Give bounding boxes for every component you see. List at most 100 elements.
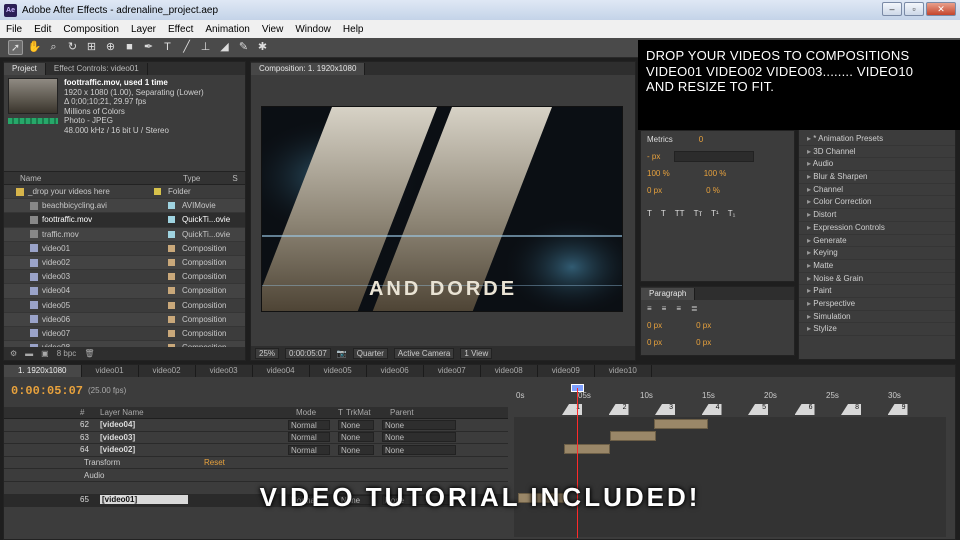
layer-mode[interactable]: Normal <box>288 444 330 455</box>
timeline-tab[interactable]: video09 <box>538 365 595 377</box>
column-size[interactable]: S <box>232 172 237 184</box>
camera-select[interactable]: Active Camera <box>393 347 455 359</box>
layer-parent[interactable]: None <box>382 444 456 455</box>
label-color-swatch[interactable] <box>154 188 161 196</box>
comp-marker[interactable]: 4 <box>701 404 722 415</box>
menu-view[interactable]: View <box>256 24 290 35</box>
project-item[interactable]: video06 Composition <box>4 312 245 327</box>
project-item[interactable]: video07 Composition <box>4 327 245 342</box>
metrics-select[interactable]: Metrics <box>647 135 673 144</box>
views-select[interactable]: 1 View <box>460 347 493 359</box>
menu-edit[interactable]: Edit <box>28 24 57 35</box>
timeline-tab[interactable]: video07 <box>424 365 481 377</box>
menu-layer[interactable]: Layer <box>125 24 162 35</box>
space-before[interactable]: 0 px <box>696 338 711 347</box>
menu-effect[interactable]: Effect <box>162 24 199 35</box>
label-color-swatch[interactable] <box>168 301 175 309</box>
comp-marker[interactable]: 3 <box>655 404 675 415</box>
layer-bar-64[interactable] <box>564 444 610 454</box>
timeline-tab[interactable]: video06 <box>367 365 424 377</box>
project-item[interactable]: foottraffic.mov QuickTi...ovie <box>4 213 245 228</box>
roto-brush-tool-icon[interactable]: ✎ <box>236 40 251 55</box>
timeline-tab[interactable]: video03 <box>196 365 253 377</box>
interpret-footage-icon[interactable]: ⚙ <box>10 349 17 358</box>
timeline-tab[interactable]: video10 <box>595 365 652 377</box>
effect-category[interactable]: Blur & Sharpen <box>799 171 955 184</box>
header-layer-name[interactable]: Layer Name <box>100 407 296 418</box>
clone-stamp-tool-icon[interactable]: ⊥ <box>198 40 213 55</box>
camera-tool-icon[interactable]: ⊞ <box>84 40 99 55</box>
current-time[interactable]: 0:00:05:07 <box>11 384 83 398</box>
tab-project[interactable]: Project <box>4 63 46 75</box>
layer-trk[interactable]: None <box>338 419 374 430</box>
new-composition-icon[interactable]: ▣ <box>41 349 49 358</box>
project-item[interactable]: video02 Composition <box>4 255 245 271</box>
selection-tool-icon[interactable]: ➚ <box>8 40 23 55</box>
layer-mode[interactable]: Normal <box>288 432 330 443</box>
project-item[interactable]: video01 Composition <box>4 242 245 256</box>
tsume-value[interactable]: 0 % <box>706 186 720 195</box>
layer-name[interactable]: [video02] <box>100 445 188 454</box>
effect-category[interactable]: Stylize <box>799 323 955 336</box>
layer-parent[interactable]: None <box>382 419 456 430</box>
justify-icon[interactable]: ≣ <box>691 304 698 313</box>
effect-category[interactable]: Perspective <box>799 298 955 311</box>
baseline-shift[interactable]: 0 px <box>647 186 662 195</box>
project-item[interactable]: video05 Composition <box>4 299 245 313</box>
horizontal-scale[interactable]: 100 % <box>704 169 727 178</box>
label-color-swatch[interactable] <box>168 315 175 323</box>
effect-category[interactable]: Distort <box>799 209 955 222</box>
bit-depth[interactable]: 8 bpc <box>57 349 77 358</box>
effect-category[interactable]: Channel <box>799 184 955 197</box>
eraser-tool-icon[interactable]: ◢ <box>217 40 232 55</box>
effect-category[interactable]: Paint <box>799 285 955 298</box>
composition-viewer[interactable]: AND DORDE <box>261 106 623 312</box>
superscript-button[interactable]: T¹ <box>711 209 719 218</box>
layer-name[interactable]: [video03] <box>100 433 188 442</box>
zoom-select[interactable]: 25% <box>255 347 280 359</box>
effect-category[interactable]: Noise & Grain <box>799 273 955 286</box>
indent-right[interactable]: 0 px <box>696 321 711 330</box>
puppet-tool-icon[interactable]: ✱ <box>255 40 270 55</box>
column-name[interactable]: Name <box>4 172 169 184</box>
effect-category[interactable]: Audio <box>799 158 955 172</box>
font-size-field[interactable]: - px <box>647 152 660 161</box>
label-color-swatch[interactable] <box>168 273 175 281</box>
layer-row[interactable]: 62 [video04] Normal None None <box>4 419 508 432</box>
align-center-icon[interactable]: ≡ <box>662 304 667 313</box>
menu-help[interactable]: Help <box>337 24 370 35</box>
comp-marker[interactable]: 6 <box>794 404 815 415</box>
pan-behind-tool-icon[interactable]: ⊕ <box>103 40 118 55</box>
indent-first[interactable]: 0 px <box>647 338 662 347</box>
all-caps-button[interactable]: TT <box>675 209 685 218</box>
subscript-button[interactable]: T₁ <box>728 209 736 218</box>
comp-marker[interactable]: 8 <box>841 404 861 415</box>
timeline-tab[interactable]: 1. 1920x1080 <box>4 365 82 377</box>
audio-label[interactable]: Audio <box>84 471 104 480</box>
layer-row[interactable]: 64 [video02] Normal None None <box>4 444 508 457</box>
label-color-swatch[interactable] <box>168 287 175 295</box>
layer-bar-62[interactable] <box>654 419 708 429</box>
comp-timecode[interactable]: 0:00:05:07 <box>285 347 331 359</box>
layer-trk[interactable]: None <box>338 444 374 455</box>
effect-category[interactable]: Keying <box>799 247 955 260</box>
close-button[interactable]: ✕ <box>926 2 956 16</box>
comp-marker[interactable]: 5 <box>748 404 768 415</box>
project-item[interactable]: video04 Composition <box>4 284 245 299</box>
layer-parent[interactable]: None <box>382 432 456 443</box>
tab-effect-controls[interactable]: Effect Controls: video01 <box>46 63 148 75</box>
zoom-tool-icon[interactable]: ⌕ <box>46 40 61 55</box>
effect-category[interactable]: Matte <box>799 260 955 273</box>
maximize-button[interactable]: ▫ <box>904 2 924 16</box>
project-item[interactable]: beachbicycling.avi AVIMovie <box>4 199 245 214</box>
layer-trk[interactable]: None <box>338 432 374 443</box>
transform-label[interactable]: Transform <box>84 458 204 467</box>
project-item[interactable]: traffic.mov QuickTi...ovie <box>4 227 245 242</box>
layer-bar-63[interactable] <box>610 431 656 441</box>
faux-italic-button[interactable]: T <box>661 209 666 218</box>
align-right-icon[interactable]: ≡ <box>676 304 681 313</box>
label-color-swatch[interactable] <box>168 216 175 224</box>
layer-row[interactable]: 63 [video03] Normal None None <box>4 432 508 445</box>
rotate-tool-icon[interactable]: ↻ <box>65 40 80 55</box>
layer-mode[interactable]: Normal <box>288 419 330 430</box>
